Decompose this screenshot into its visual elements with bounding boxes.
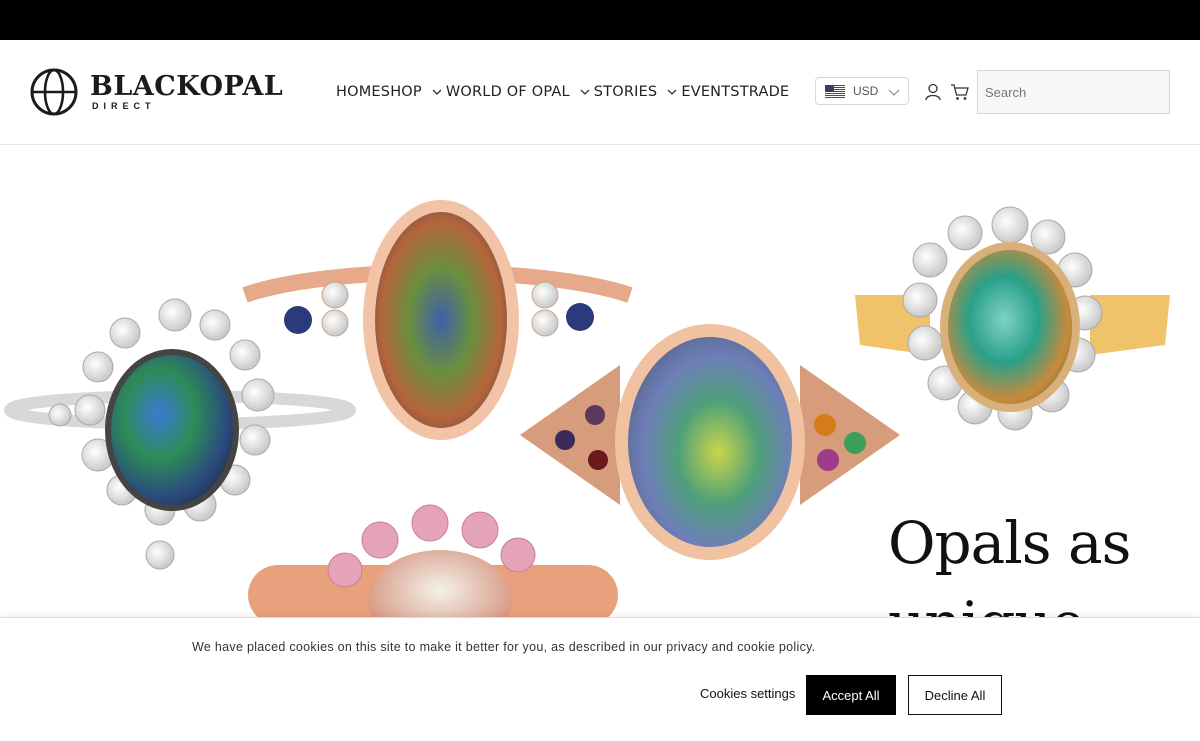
hero-headline-line2: unique (888, 589, 1085, 620)
cart-icon[interactable] (950, 83, 969, 101)
cookies-settings-link[interactable]: Cookies settings (700, 686, 795, 701)
nav-stories-label: STORIES (593, 84, 658, 100)
top-announcement-bar (0, 0, 1200, 40)
logo-text: BLACKOPAL DIRECT (90, 71, 284, 112)
nav-world-of-opal-label: WORLD OF OPAL (445, 84, 570, 100)
hero-headline-line1: Opals as (888, 509, 1131, 577)
accept-all-button[interactable]: Accept All (806, 675, 896, 715)
currency-label: USD (853, 84, 879, 98)
nav-shop-label: SHOP (380, 84, 422, 100)
logo-mark-icon (30, 68, 78, 116)
brand-name: BLACKOPAL (90, 71, 284, 102)
nav-world-of-opal[interactable]: WORLD OF OPAL (446, 84, 594, 100)
nav-events[interactable]: EVENTS (681, 84, 739, 100)
us-flag-icon (825, 84, 845, 98)
search-input[interactable] (977, 70, 1170, 114)
site-header: BLACKOPAL DIRECT HOME SHOP WORLD OF OPAL… (0, 40, 1200, 145)
hero-headline: Opals as unique (888, 503, 1131, 620)
currency-selector[interactable]: USD (815, 77, 909, 105)
decline-all-button[interactable]: Decline All (908, 675, 1002, 715)
chevron-down-icon (888, 89, 900, 96)
brand-logo[interactable]: BLACKOPAL DIRECT (30, 68, 283, 116)
nav-shop[interactable]: SHOP (381, 84, 446, 100)
hero-banner[interactable]: Opals as unique (0, 145, 1200, 620)
cookie-message: We have placed cookies on this site to m… (192, 640, 816, 654)
chevron-down-icon (432, 89, 442, 95)
nav-trade[interactable]: TRADE (740, 84, 790, 100)
chevron-down-icon (580, 89, 590, 95)
account-icon[interactable] (924, 83, 942, 101)
brand-sub: DIRECT (92, 101, 156, 111)
cookie-banner: We have placed cookies on this site to m… (0, 617, 1200, 741)
nav-stories[interactable]: STORIES (594, 84, 682, 100)
main-nav: HOME SHOP WORLD OF OPAL STORIES EVENTS T… (336, 80, 789, 104)
nav-home[interactable]: HOME (336, 84, 381, 100)
chevron-down-icon (667, 89, 677, 95)
